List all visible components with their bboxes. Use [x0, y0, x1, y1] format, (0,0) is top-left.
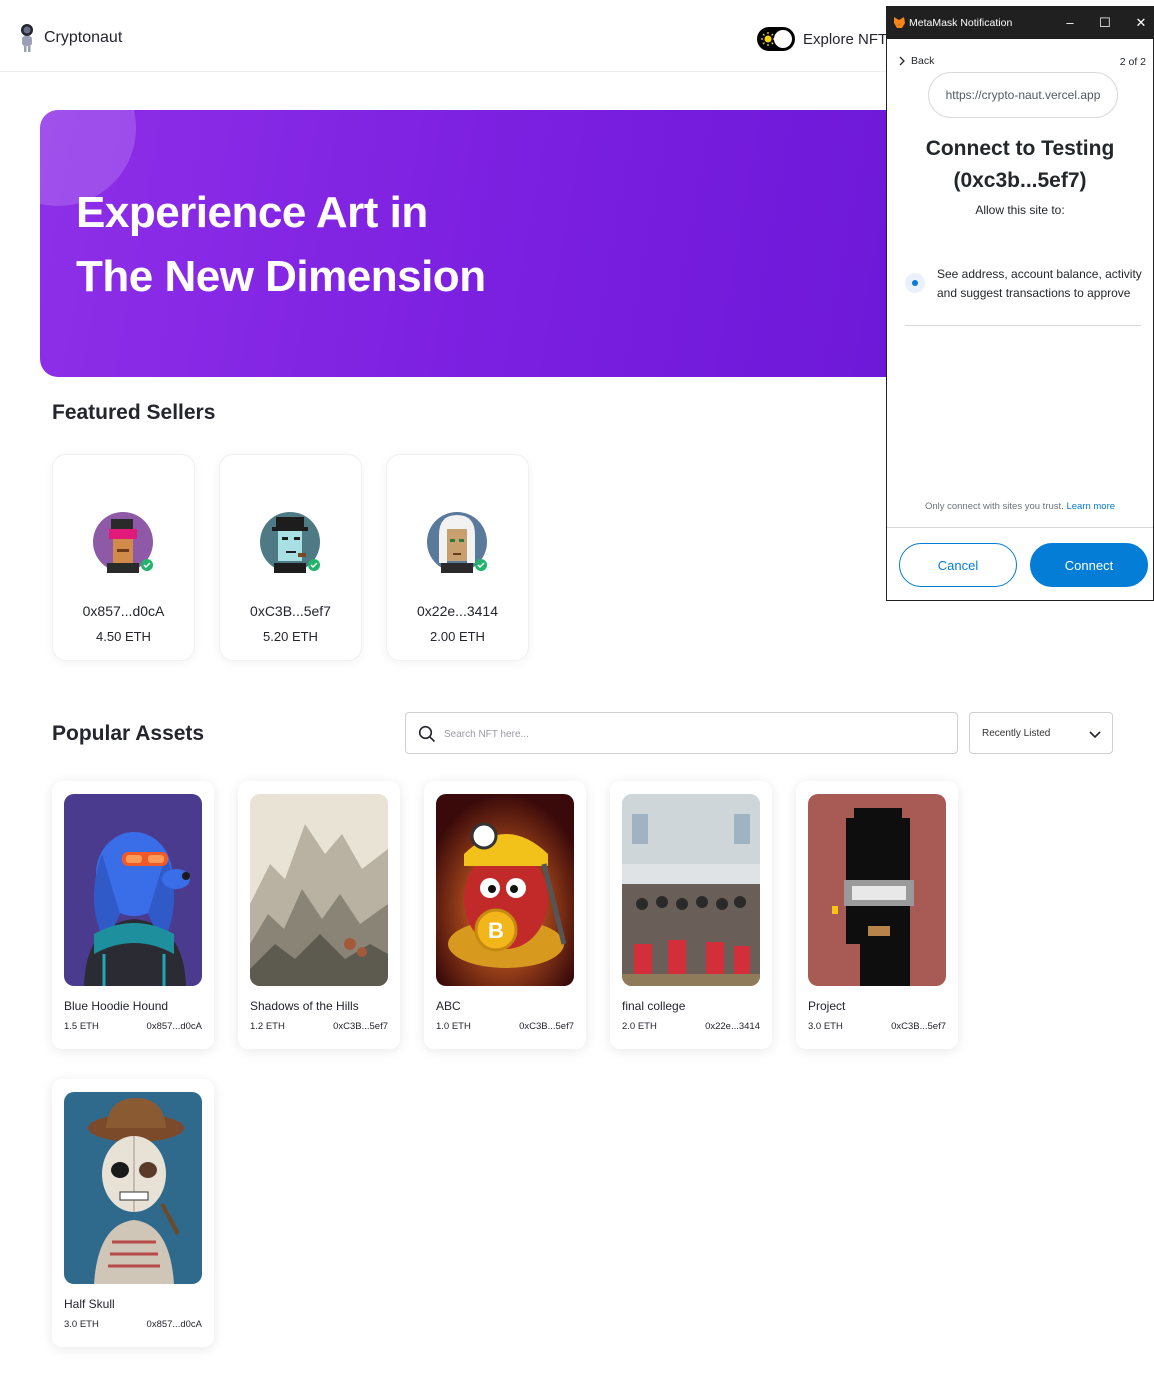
- close-icon[interactable]: ✕: [1130, 13, 1152, 33]
- search-icon: [418, 725, 436, 743]
- theme-toggle[interactable]: [757, 27, 795, 51]
- allow-site-text: Allow this site to:: [975, 203, 1065, 217]
- metamask-notification-window: MetaMask Notification – ☐ ✕ Back 2 of 2 …: [886, 6, 1154, 601]
- connect-heading: Connect to Testing: [925, 137, 1115, 160]
- connect-account: (0xc3b...5ef7): [953, 169, 1087, 192]
- astronaut-logo-icon: [21, 24, 33, 52]
- trust-notice: Only connect with sites you trust. Learn…: [887, 501, 1153, 512]
- search-box[interactable]: [405, 712, 958, 754]
- seller-balance: 4.50 ETH: [96, 629, 151, 644]
- divider: [905, 325, 1141, 326]
- metamask-fox-icon: [894, 17, 905, 28]
- nft-card[interactable]: Project 3.0 ETH 0xC3B...5ef7: [796, 781, 958, 1049]
- nft-image: [808, 794, 946, 986]
- nft-owner: 0x857...d0cA: [146, 1021, 202, 1032]
- nft-name: Project: [808, 999, 846, 1013]
- permission-bullet-icon: [905, 273, 925, 293]
- svg-text:B: B: [488, 918, 504, 943]
- maximize-icon[interactable]: ☐: [1094, 13, 1116, 33]
- nft-price: 2.0 ETH: [622, 1021, 657, 1032]
- nft-image: [622, 794, 760, 986]
- nft-owner: 0x22e...3414: [705, 1021, 760, 1032]
- nft-name: final college: [622, 999, 686, 1013]
- seller-card[interactable]: 0x22e...3414 2.00 ETH: [386, 454, 529, 661]
- connect-button[interactable]: Connect: [1030, 543, 1148, 587]
- nft-card[interactable]: Blue Hoodie Hound 1.5 ETH 0x857...d0cA: [52, 781, 214, 1049]
- nft-image: [250, 794, 388, 986]
- minimize-icon[interactable]: –: [1059, 13, 1081, 33]
- nft-owner: 0x857...d0cA: [146, 1319, 202, 1330]
- seller-card[interactable]: 0xC3B...5ef7 5.20 ETH: [219, 454, 362, 661]
- back-label: Back: [911, 55, 935, 67]
- explore-nfts-link[interactable]: Explore NFTs: [803, 31, 893, 48]
- seller-avatar: [260, 512, 320, 573]
- seller-balance: 5.20 ETH: [263, 629, 318, 644]
- nft-name: Shadows of the Hills: [250, 999, 359, 1013]
- seller-card[interactable]: 0x857...d0cA 4.50 ETH: [52, 454, 195, 661]
- nft-name: ABC: [436, 999, 461, 1013]
- nft-price: 1.5 ETH: [64, 1021, 99, 1032]
- hero-banner: Experience Art in The New Dimension: [40, 110, 900, 377]
- back-button[interactable]: Back: [899, 55, 934, 67]
- nft-owner: 0xC3B...5ef7: [519, 1021, 574, 1032]
- page-indicator: 2 of 2: [1119, 56, 1146, 68]
- sort-selected-value: Recently Listed: [982, 728, 1051, 739]
- nft-owner: 0xC3B...5ef7: [891, 1021, 946, 1032]
- search-input[interactable]: [444, 723, 944, 745]
- window-title: MetaMask Notification: [909, 17, 1013, 29]
- nft-card[interactable]: Shadows of the Hills 1.2 ETH 0xC3B...5ef…: [238, 781, 400, 1049]
- nft-owner: 0xC3B...5ef7: [333, 1021, 388, 1032]
- hero-title-line-2: The New Dimension: [76, 252, 486, 301]
- hero-title-line-1: Experience Art in: [76, 188, 428, 237]
- nft-price: 3.0 ETH: [808, 1021, 843, 1032]
- seller-address: 0x22e...3414: [417, 603, 498, 619]
- toggle-knob: [774, 30, 792, 48]
- nft-card[interactable]: B ABC 1.0 ETH 0xC3B...5ef7: [424, 781, 586, 1049]
- nft-image: [64, 1092, 202, 1284]
- app-name: Cryptonaut: [44, 29, 123, 46]
- seller-address: 0xC3B...5ef7: [250, 603, 331, 619]
- nft-image: B: [436, 794, 574, 986]
- nft-price: 1.2 ETH: [250, 1021, 285, 1032]
- divider: [887, 527, 1153, 528]
- popular-assets-title: Popular Assets: [52, 722, 205, 745]
- featured-sellers-title: Featured Sellers: [52, 401, 216, 424]
- nft-card[interactable]: Half Skull 3.0 ETH 0x857...d0cA: [52, 1079, 214, 1347]
- nft-image: [64, 794, 202, 986]
- trust-text: Only connect with sites you trust.: [924, 501, 1064, 512]
- seller-avatar: [427, 512, 487, 573]
- seller-avatar: [93, 512, 153, 573]
- permission-text: See address, account balance, activity a…: [937, 267, 1142, 300]
- chevron-right-icon: [899, 56, 905, 66]
- sun-icon: [761, 32, 775, 46]
- logo[interactable]: Cryptonaut: [18, 22, 122, 54]
- nft-card[interactable]: final college 2.0 ETH 0x22e...3414: [610, 781, 772, 1049]
- chevron-down-icon: [1089, 731, 1101, 739]
- nft-price: 3.0 ETH: [64, 1319, 99, 1330]
- cancel-button[interactable]: Cancel: [899, 543, 1017, 587]
- nft-name: Blue Hoodie Hound: [64, 999, 169, 1013]
- sort-dropdown[interactable]: Recently Listed: [969, 712, 1113, 754]
- seller-balance: 2.00 ETH: [430, 629, 485, 644]
- seller-address: 0x857...d0cA: [82, 603, 165, 619]
- learn-more-link[interactable]: Learn more: [1066, 501, 1115, 512]
- nft-price: 1.0 ETH: [436, 1021, 471, 1032]
- window-titlebar: MetaMask Notification – ☐ ✕: [887, 7, 1153, 39]
- site-url-pill: https://crypto-naut.vercel.app: [928, 72, 1118, 118]
- nft-name: Half Skull: [64, 1297, 115, 1311]
